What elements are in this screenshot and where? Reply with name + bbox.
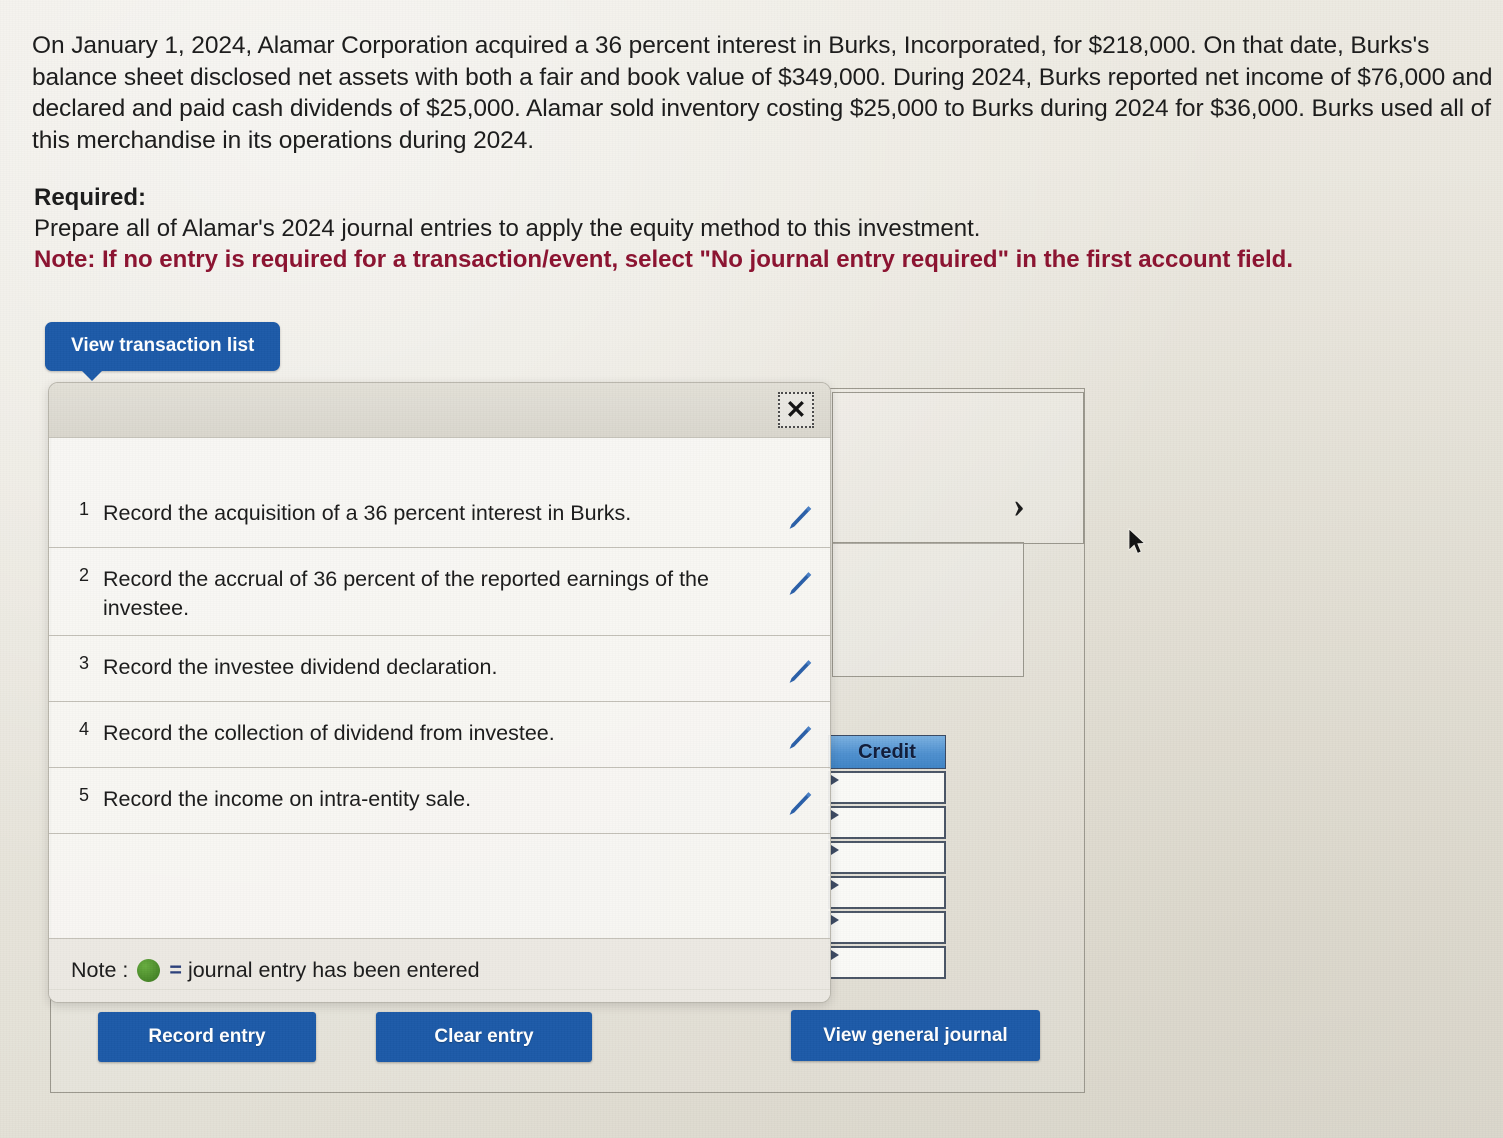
- transaction-description: Record the acquisition of a 36 percent i…: [103, 501, 632, 525]
- pencil-icon[interactable]: [766, 785, 830, 821]
- clear-entry-button[interactable]: Clear entry: [376, 1012, 592, 1062]
- transaction-row[interactable]: 4 Record the collection of dividend from…: [49, 702, 830, 768]
- background-form-inner-box: [832, 542, 1024, 677]
- view-transaction-list-tab[interactable]: View transaction list: [45, 322, 281, 381]
- credit-input-row[interactable]: [828, 876, 946, 909]
- credit-column: Credit: [828, 735, 946, 979]
- required-note: Note: If no entry is required for a tran…: [34, 246, 1293, 273]
- transaction-description: Record the investee dividend declaration…: [103, 655, 498, 679]
- required-block: Required: Prepare all of Alamar's 2024 j…: [34, 182, 1434, 275]
- transaction-row[interactable]: 3 Record the investee dividend declarati…: [49, 636, 830, 702]
- credit-input-row[interactable]: [828, 771, 946, 804]
- credit-input-row[interactable]: [828, 806, 946, 839]
- row-marker-icon: [831, 950, 839, 960]
- credit-input-row[interactable]: [828, 911, 946, 944]
- transaction-number: 4: [78, 719, 89, 739]
- legend-note-equals: =: [169, 958, 182, 982]
- chevron-right-icon[interactable]: ›: [1013, 487, 1025, 523]
- row-marker-icon: [831, 775, 839, 785]
- pencil-icon[interactable]: [766, 499, 830, 535]
- transaction-number: 1: [78, 499, 89, 519]
- row-marker-icon: [831, 915, 839, 925]
- legend-note-suffix: journal entry has been entered: [187, 958, 480, 982]
- transaction-row[interactable]: 5 Record the income on intra-entity sale…: [49, 768, 830, 834]
- pencil-icon[interactable]: [766, 653, 830, 689]
- row-marker-icon: [831, 810, 839, 820]
- transaction-row[interactable]: 1 Record the acquisition of a 36 percent…: [49, 482, 830, 548]
- credit-input-row[interactable]: [828, 841, 946, 874]
- transaction-number: 5: [78, 785, 89, 805]
- view-transaction-list-button[interactable]: View transaction list: [45, 322, 281, 381]
- credit-input-row[interactable]: [828, 946, 946, 979]
- pencil-icon[interactable]: [766, 565, 830, 601]
- row-marker-icon: [831, 845, 839, 855]
- screenshot-page: On January 1, 2024, Alamar Corporation a…: [0, 0, 1503, 1138]
- modal-titlebar: ✕: [49, 383, 830, 438]
- problem-paragraph: On January 1, 2024, Alamar Corporation a…: [32, 32, 1493, 154]
- view-general-journal-button[interactable]: View general journal: [791, 1010, 1040, 1061]
- transaction-list: 1 Record the acquisition of a 36 percent…: [49, 482, 830, 990]
- credit-column-header: Credit: [828, 735, 946, 769]
- required-text: Prepare all of Alamar's 2024 journal ent…: [34, 215, 981, 242]
- green-dot-icon: [137, 959, 161, 982]
- background-form-box: [832, 392, 1084, 544]
- transaction-description: Record the accrual of 36 percent of the …: [103, 567, 709, 620]
- transaction-number: 3: [78, 653, 89, 673]
- transaction-list-modal: ✕ 1 Record the acquisition of a 36 perce…: [48, 382, 831, 1003]
- row-marker-icon: [831, 880, 839, 890]
- record-entry-button[interactable]: Record entry: [98, 1012, 316, 1062]
- required-label: Required:: [34, 184, 147, 211]
- transaction-description: Record the income on intra-entity sale.: [103, 787, 472, 811]
- legend-note-prefix: Note :: [71, 958, 129, 982]
- pencil-icon[interactable]: [766, 719, 830, 755]
- legend-note: Note : = journal entry has been entered: [49, 938, 830, 1002]
- transaction-row[interactable]: 2 Record the accrual of 36 percent of th…: [49, 548, 830, 636]
- transaction-description: Record the collection of dividend from i…: [103, 721, 555, 745]
- transaction-number: 2: [78, 565, 89, 585]
- close-icon[interactable]: ✕: [778, 392, 814, 428]
